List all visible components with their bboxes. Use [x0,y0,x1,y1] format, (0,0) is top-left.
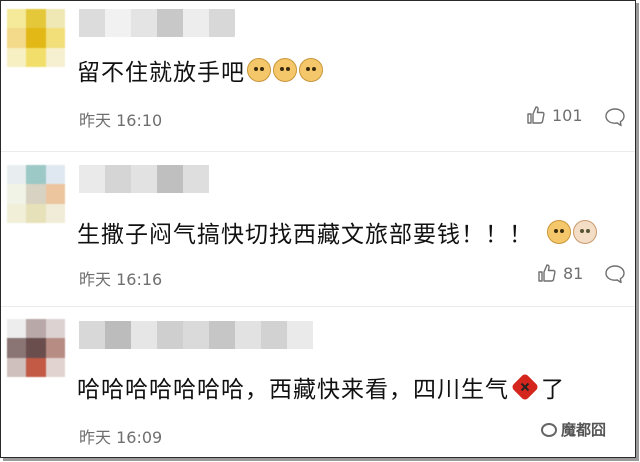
avatar-pixel [45,203,65,223]
avatar-pixel [7,47,27,67]
thumbs-up-icon [527,106,545,124]
username-pixel [131,9,157,37]
angry-icon [510,372,540,402]
doge-icon [299,58,323,82]
avatar-pixel [26,319,46,339]
username-pixel [261,321,287,349]
reply-icon[interactable] [604,264,626,284]
avatar-pixel [45,9,65,29]
username-pixel [209,321,235,349]
avatar[interactable] [7,319,65,377]
like-button[interactable]: 81 [537,263,583,283]
avatar-pixel [26,28,46,48]
avatar-pixel [26,184,46,204]
wechat-logo-icon [541,422,557,437]
username-pixel [79,321,105,349]
username-pixel [157,165,183,193]
username-pixel [131,321,157,349]
username-pixel [183,9,209,37]
comment-time: 昨天 16:10 [79,111,163,130]
avatar-pixel [45,28,65,48]
username-pixel [105,165,131,193]
avatar-pixel [45,338,65,358]
username-pixel [157,9,183,37]
avatar-pixel [26,165,46,185]
username-blurred[interactable] [79,165,209,193]
like-count: 101 [552,105,583,125]
comment-time: 昨天 16:09 [79,428,163,447]
comment-item: 生撒子闷气搞快切找西藏文旅部要钱！！！ 昨天 16:16 81 [1,151,635,307]
avatar-pixel [7,28,27,48]
watermark: 魔都囧 [541,419,606,440]
avatar-pixel [7,338,27,358]
avatar-pixel [26,357,46,377]
username-pixel [79,9,105,37]
comment-item: 哈哈哈哈哈哈哈，西藏快来看，四川生气 了 昨天 16:09 魔都囧 [1,306,635,460]
avatar-pixel [7,165,27,185]
comment-text: 留不住就放手吧 [77,53,323,87]
username-pixel [105,321,131,349]
avatar-pixel [45,184,65,204]
doge-icon [273,58,297,82]
username-pixel [79,165,105,193]
like-button[interactable]: 101 [526,105,583,125]
username-blurred[interactable] [79,9,235,37]
avatar-pixel [7,184,27,204]
doge-icon [247,58,271,82]
avatar-pixel [45,357,65,377]
doge-icon [547,220,571,244]
like-count: 81 [563,263,584,283]
username-pixel [131,165,157,193]
avatar-pixel [7,319,27,339]
thumbs-up-icon [538,264,556,282]
reply-icon[interactable] [604,107,626,127]
avatar-pixel [26,203,46,223]
avatar-pixel [7,203,27,223]
username-pixel [209,9,235,37]
avatar-pixel [26,47,46,67]
comment-item: 留不住就放手吧 昨天 16:10 101 [1,1,635,151]
username-pixel [183,321,209,349]
username-blurred[interactable] [79,321,313,349]
comment-text: 哈哈哈哈哈哈哈，西藏快来看，四川生气 了 [77,370,565,404]
avatar[interactable] [7,9,65,67]
username-pixel [157,321,183,349]
comment-time: 昨天 16:16 [79,270,163,289]
avatar[interactable] [7,165,65,223]
username-pixel [183,165,209,193]
avatar-pixel [45,165,65,185]
username-pixel [287,321,313,349]
avatar-pixel [7,357,27,377]
comment-list: 留不住就放手吧 昨天 16:10 101 生撒子闷气搞快切找西藏文旅部要钱！！！… [0,0,636,458]
avatar-pixel [45,47,65,67]
avatar-pixel [7,9,27,29]
username-pixel [105,9,131,37]
comment-text: 生撒子闷气搞快切找西藏文旅部要钱！！！ [77,215,597,249]
username-pixel [235,321,261,349]
cat-icon [573,220,597,244]
watermark-text: 魔都囧 [561,421,607,439]
avatar-pixel [45,319,65,339]
avatar-pixel [26,9,46,29]
avatar-pixel [26,338,46,358]
